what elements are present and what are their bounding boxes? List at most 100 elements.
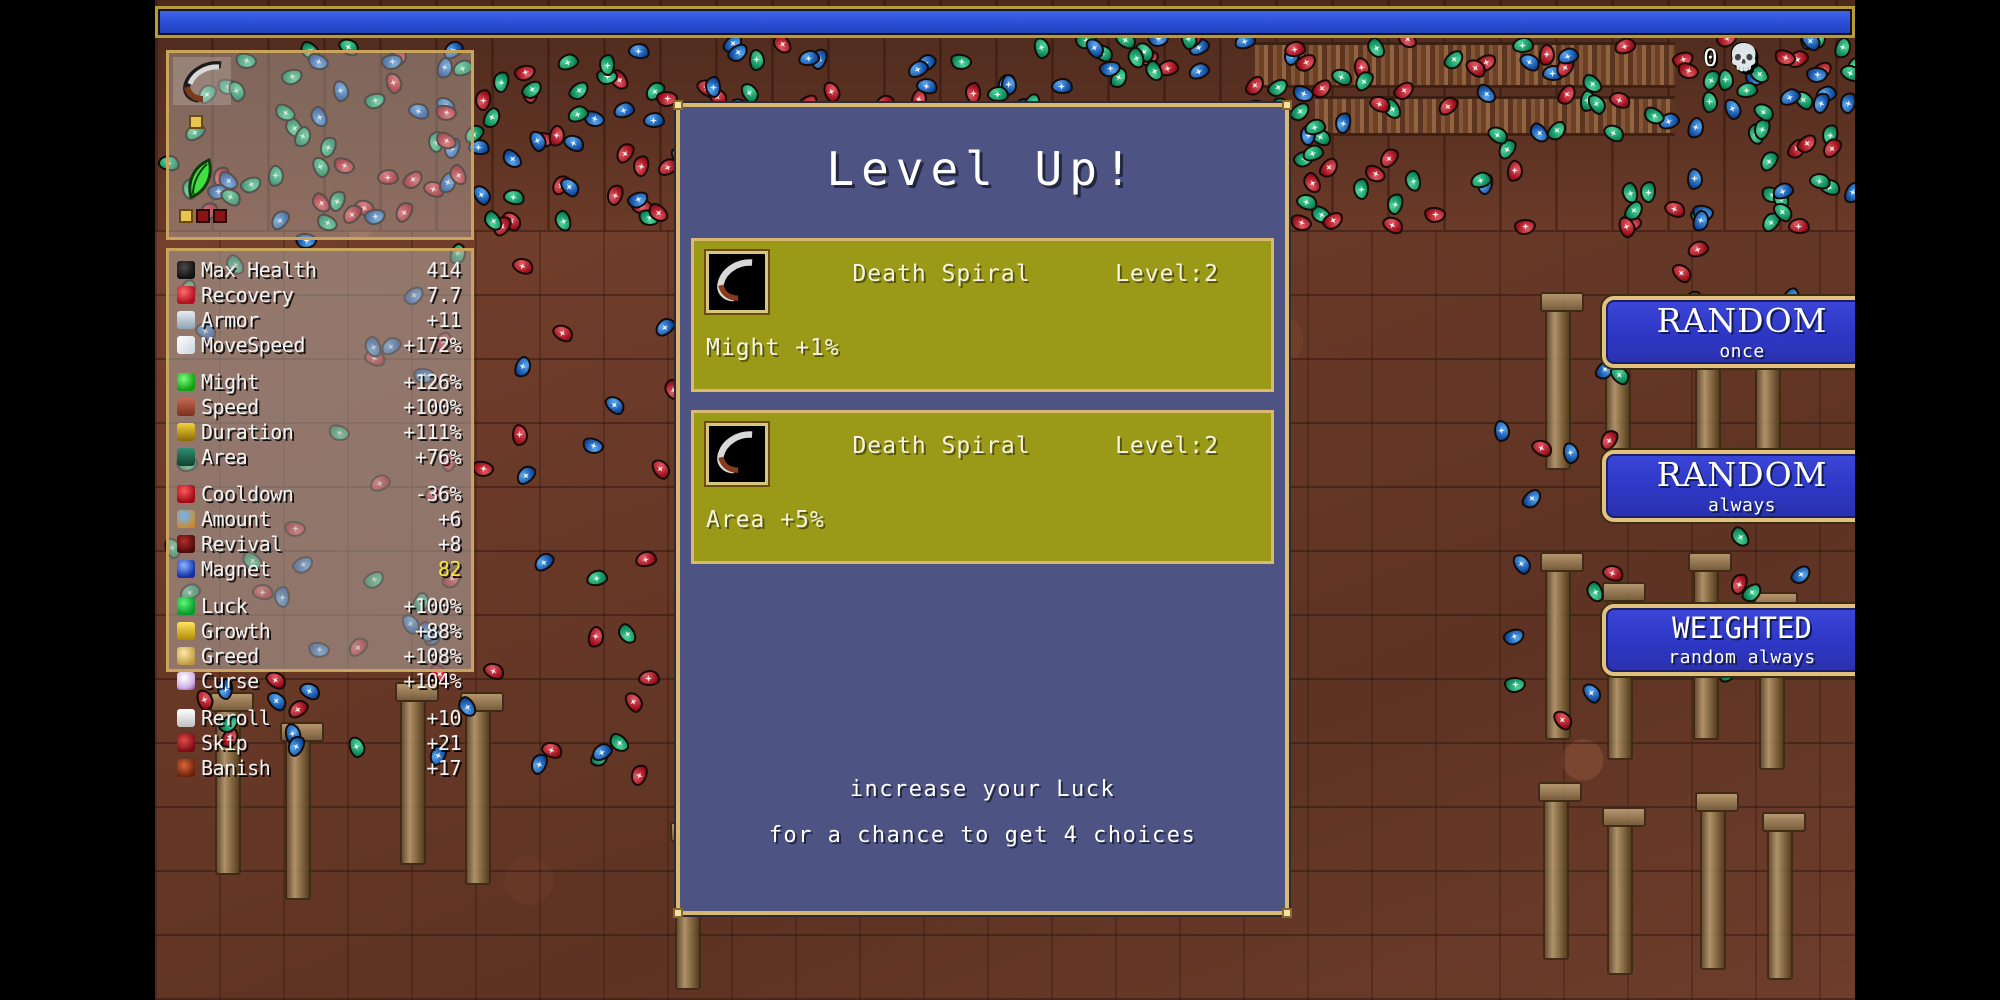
xp-gem [530, 548, 559, 576]
xp-gem [480, 659, 508, 684]
xp-gem [1788, 217, 1811, 235]
stat-group: Luck +100% Growth +88% Greed +108% Curse +104% [177, 593, 462, 693]
stat-value: +8 [437, 531, 462, 556]
character-inventory-panel[interactable] [166, 50, 474, 240]
scythe-icon [183, 61, 222, 103]
stat-label: MoveSpeed [201, 332, 305, 357]
stat-value: +100% [403, 394, 461, 419]
xp-gem [471, 459, 496, 480]
stat-row: Magnet 82 [177, 556, 462, 581]
player-stats-panel: Max Health 414 Recovery 7.7 Armor +11 MoveSpee… [166, 248, 474, 780]
xp-gem [512, 461, 540, 489]
stat-row: Area +76% [177, 444, 462, 469]
black-heart-icon [177, 260, 195, 279]
level-up-dialog: Level Up! Death Spiral Level:2 Might +1% De… [673, 100, 1292, 918]
scythe-icon [717, 431, 753, 474]
xp-gem [1509, 550, 1535, 578]
stat-label: Greed [201, 643, 259, 668]
choice-name: Death Spiral [852, 433, 1031, 459]
xp-gem [611, 99, 638, 122]
pillar-decoration [460, 692, 504, 885]
stat-label: Max Health [201, 257, 317, 282]
kill-count-value: 0 [1703, 44, 1718, 72]
xp-gem [621, 688, 648, 716]
xp-gem [1031, 35, 1053, 61]
stat-row: Duration +111% [177, 419, 461, 444]
glove-icon [177, 397, 195, 416]
xp-gem [1352, 177, 1369, 200]
stat-value: 414 [426, 257, 461, 282]
xp-gem [638, 669, 661, 686]
red-heart-icon [177, 285, 195, 304]
stat-value: 82 [437, 556, 462, 581]
xp-gem [585, 624, 606, 650]
xp-gem [1687, 167, 1704, 190]
level-up-hint: increase your Luck for a chance to get 4… [680, 767, 1285, 859]
xp-gem [1518, 486, 1546, 513]
button-sub-label: always [1707, 494, 1777, 516]
button-weighted-random[interactable]: WEIGHTED random always [1602, 604, 1882, 676]
stat-value: +104% [403, 668, 461, 693]
stat-row: Reroll +10 [177, 705, 461, 730]
xp-gem [1684, 237, 1711, 260]
stat-row: Luck +100% [177, 593, 461, 618]
xp-gem [549, 320, 577, 345]
pillar-decoration [1695, 792, 1739, 970]
xp-gem [627, 761, 651, 789]
clover-icon [177, 596, 195, 615]
inventory-mini-item [213, 209, 227, 223]
wing-icon [177, 335, 195, 354]
skull-icon: 💀 [1727, 43, 1760, 73]
stat-label: Growth [201, 618, 271, 643]
xp-gem [1579, 679, 1606, 707]
level-up-choice-card[interactable]: Death Spiral Level:2 Might +1% [691, 238, 1274, 392]
stat-label: Area [201, 444, 248, 469]
xp-gem [1512, 218, 1537, 237]
skip-icon [177, 733, 195, 752]
letterbox-left [0, 0, 155, 1000]
stat-label: Reroll [201, 705, 271, 730]
xp-gem [1500, 625, 1527, 648]
stat-value: +76% [414, 444, 462, 469]
level-up-choice-card[interactable]: Death Spiral Level:2 Area +5% [691, 410, 1274, 564]
kill-counter: 0 💀 [1703, 44, 1760, 72]
stat-value: +172% [403, 332, 461, 357]
magnet-icon [177, 559, 195, 578]
stat-label: Duration [201, 419, 294, 444]
xp-gem [626, 41, 651, 61]
xp-gem [565, 77, 593, 104]
choice-description: Might +1% [706, 335, 840, 361]
stat-group: Cooldown -36% Amount +6 Revival +8 Magnet 82 [177, 481, 462, 581]
stat-value: +6 [437, 506, 462, 531]
stat-value: -36% [414, 481, 462, 506]
stat-row: Banish +17 [177, 755, 461, 780]
experience-bar-fill [160, 11, 1850, 33]
xp-gem [964, 81, 982, 105]
xp-gem [1668, 259, 1696, 287]
coin-icon [177, 646, 195, 665]
choice-level: Level:2 [1115, 261, 1219, 287]
stat-value: +111% [403, 419, 461, 444]
xp-gem [1674, 59, 1701, 83]
xp-gem [1755, 147, 1782, 175]
stat-row: Curse +104% [177, 668, 461, 693]
stat-value: +100% [403, 593, 461, 618]
button-main-label: WEIGHTED [1672, 610, 1812, 645]
pillar-decoration [1602, 807, 1646, 975]
skull-icon [177, 671, 195, 690]
button-random-once[interactable]: RANDOM once [1602, 296, 1882, 368]
button-random-always[interactable]: RANDOM always [1602, 450, 1882, 522]
stat-group: Max Health 414 Recovery 7.7 Armor +11 MoveSpee… [177, 257, 461, 357]
hint-line-1: increase your Luck [849, 777, 1116, 802]
xp-gem [579, 435, 606, 458]
xp-gem [820, 79, 844, 106]
inventory-mini-item [179, 209, 193, 223]
stat-label: Revival [201, 531, 282, 556]
stat-row: Skip +21 [177, 730, 461, 755]
xp-gem [1638, 180, 1657, 204]
xp-gem [614, 620, 640, 648]
stopwatch-icon [177, 484, 195, 503]
stat-value: +108% [403, 643, 461, 668]
stat-value: +10 [426, 705, 461, 730]
stat-row: Growth +88% [177, 618, 462, 643]
